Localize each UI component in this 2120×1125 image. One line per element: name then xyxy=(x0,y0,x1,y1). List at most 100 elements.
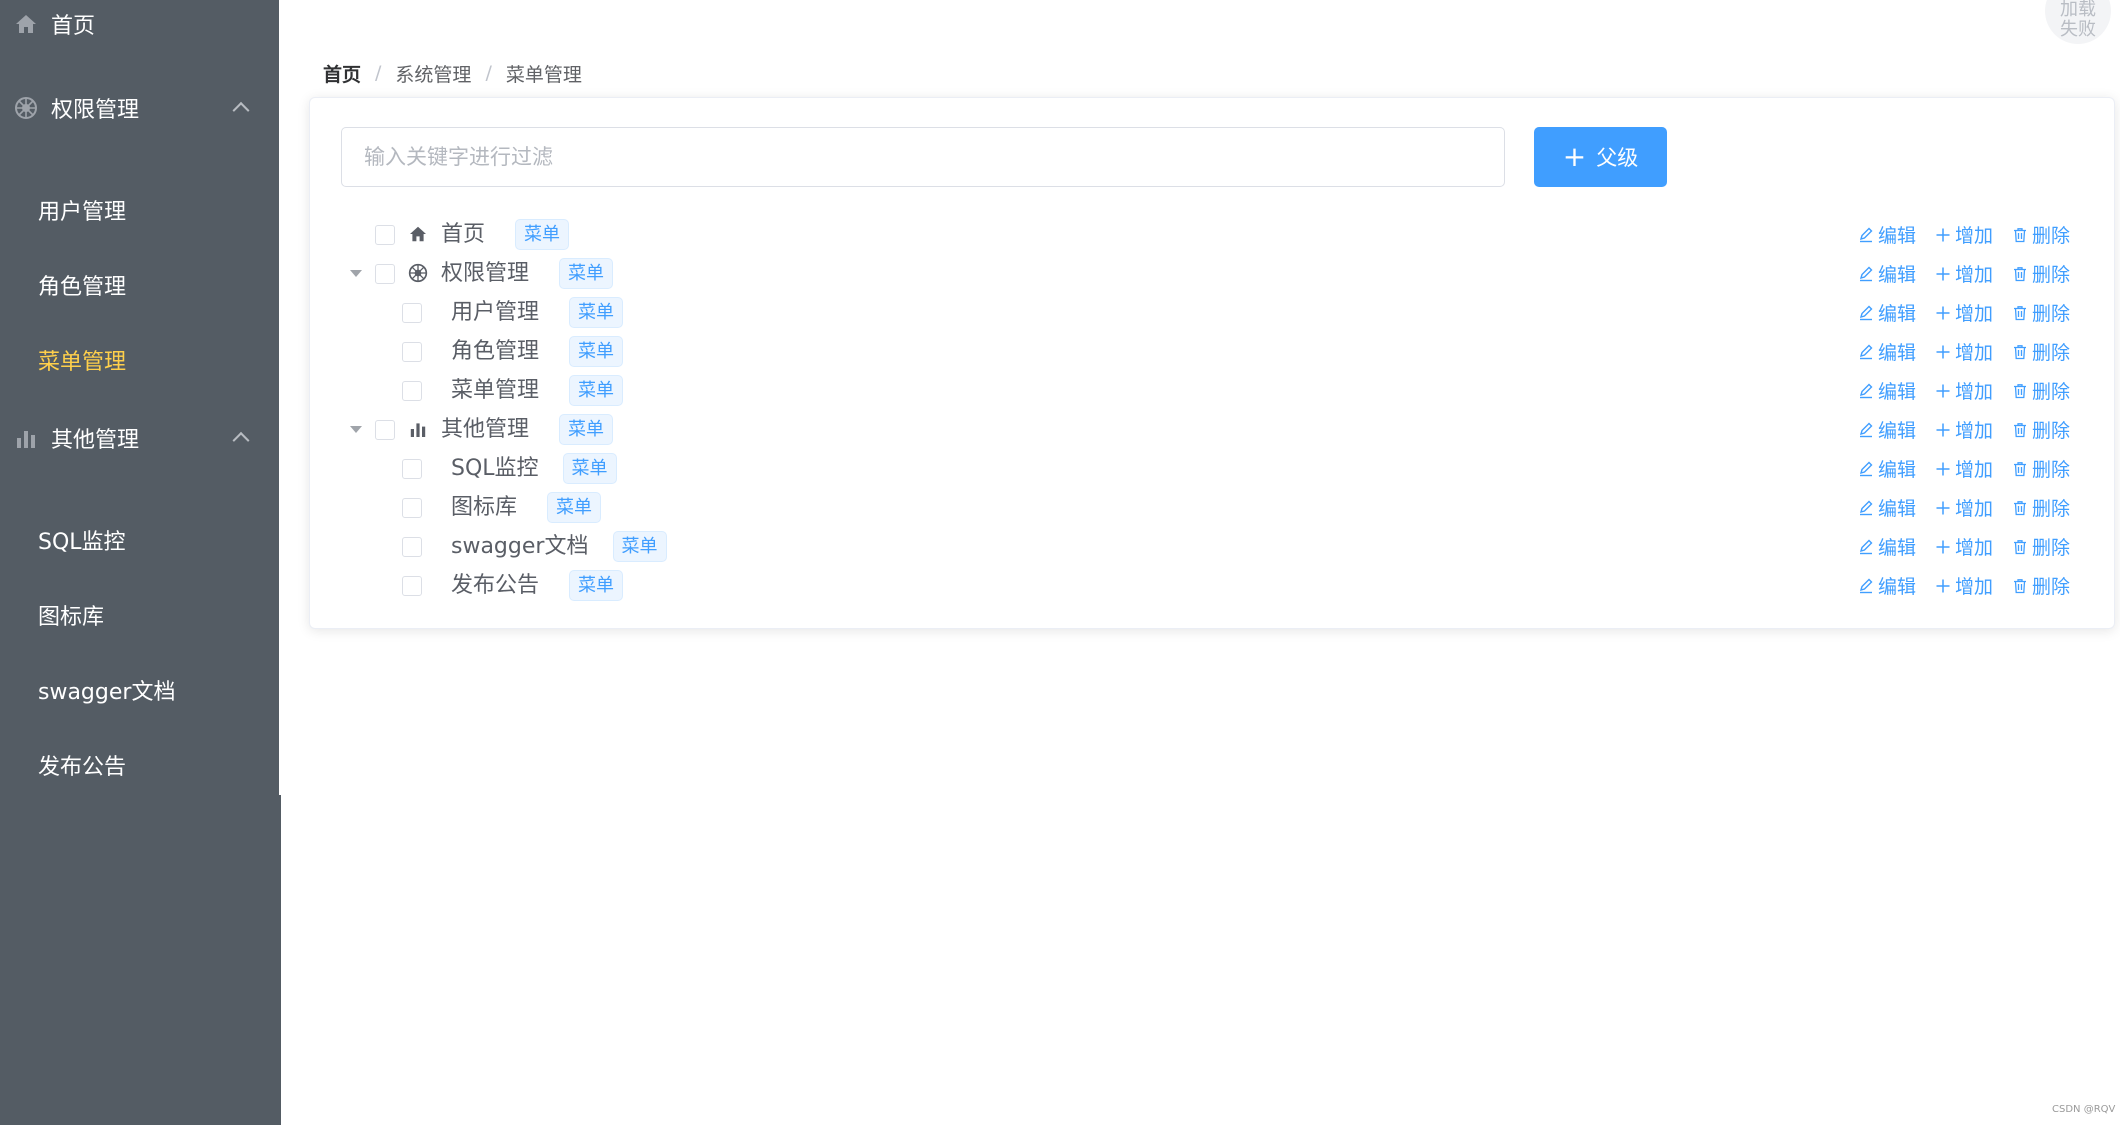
sidebar-edge xyxy=(279,795,281,1125)
delete-button[interactable]: 删除 xyxy=(2012,260,2070,287)
tree-row[interactable]: 用户管理 菜单 编辑 增加 删除 xyxy=(341,293,2086,332)
tree-checkbox[interactable] xyxy=(375,225,395,245)
plus-icon xyxy=(1935,578,1955,594)
row-actions: 编辑 增加 删除 xyxy=(1858,566,2070,605)
edit-button-label: 编辑 xyxy=(1878,264,1917,286)
delete-button[interactable]: 删除 xyxy=(2012,455,2070,482)
breadcrumb-home[interactable]: 首页 xyxy=(323,60,361,87)
delete-button[interactable]: 删除 xyxy=(2012,416,2070,443)
tree-row[interactable]: 发布公告 菜单 编辑 增加 删除 xyxy=(341,566,2086,605)
edit-button[interactable]: 编辑 xyxy=(1858,455,1916,482)
trash-icon xyxy=(2012,500,2032,516)
tree-row[interactable]: 菜单管理 菜单 编辑 增加 删除 xyxy=(341,371,2086,410)
sidebar-item-menu-management[interactable]: 菜单管理 xyxy=(0,325,279,395)
edit-button[interactable]: 编辑 xyxy=(1858,533,1916,560)
tree-node-label: 用户管理 xyxy=(451,300,540,325)
tree-checkbox[interactable] xyxy=(402,576,422,596)
tree-checkbox[interactable] xyxy=(375,264,395,284)
edit-button-label: 编辑 xyxy=(1878,381,1917,403)
tree-checkbox[interactable] xyxy=(402,303,422,323)
sidebar-item-home[interactable]: 首页 xyxy=(0,0,279,59)
edit-button-label: 编辑 xyxy=(1878,303,1917,325)
home-icon xyxy=(14,12,38,36)
delete-button[interactable]: 删除 xyxy=(2012,572,2070,599)
delete-button-label: 删除 xyxy=(2032,303,2071,325)
sidebar-item-announcement[interactable]: 发布公告 xyxy=(0,730,279,800)
tree-node-label: SQL监控 xyxy=(451,456,539,481)
row-actions: 编辑 增加 删除 xyxy=(1858,254,2070,293)
row-actions: 编辑 增加 删除 xyxy=(1858,488,2070,527)
edit-icon xyxy=(1858,266,1878,282)
add-child-button[interactable]: 增加 xyxy=(1935,572,1993,599)
dharma-wheel-icon xyxy=(14,96,38,120)
edit-button[interactable]: 编辑 xyxy=(1858,260,1916,287)
sidebar-item-swagger[interactable]: swagger文档 xyxy=(0,655,279,725)
edit-button[interactable]: 编辑 xyxy=(1858,377,1916,404)
trash-icon xyxy=(2012,227,2032,243)
sidebar-item-label: 权限管理 xyxy=(51,98,140,123)
add-child-button[interactable]: 增加 xyxy=(1935,533,1993,560)
add-child-button[interactable]: 增加 xyxy=(1935,260,1993,287)
sidebar-item-icon-library[interactable]: 图标库 xyxy=(0,580,279,650)
avatar[interactable]: 加载失败 xyxy=(2045,0,2111,44)
add-child-button[interactable]: 增加 xyxy=(1935,494,1993,521)
filter-input[interactable] xyxy=(341,127,1505,187)
trash-icon xyxy=(2012,578,2032,594)
sidebar-item-sql-monitor[interactable]: SQL监控 xyxy=(0,505,279,575)
tree-checkbox[interactable] xyxy=(402,342,422,362)
edit-icon xyxy=(1858,383,1878,399)
tree-row[interactable]: 首页 菜单 编辑 增加 删除 xyxy=(341,215,2086,254)
delete-button[interactable]: 删除 xyxy=(2012,338,2070,365)
sidebar-item-permission[interactable]: 权限管理 xyxy=(0,73,279,143)
add-child-button[interactable]: 增加 xyxy=(1935,455,1993,482)
delete-button[interactable]: 删除 xyxy=(2012,299,2070,326)
tree-row[interactable]: swagger文档 菜单 编辑 增加 删除 xyxy=(341,527,2086,566)
add-child-button[interactable]: 增加 xyxy=(1935,338,1993,365)
add-child-button[interactable]: 增加 xyxy=(1935,299,1993,326)
edit-button[interactable]: 编辑 xyxy=(1858,416,1916,443)
sidebar-item-label: 其他管理 xyxy=(51,428,140,453)
edit-button[interactable]: 编辑 xyxy=(1858,299,1916,326)
add-child-button[interactable]: 增加 xyxy=(1935,221,1993,248)
tree-checkbox[interactable] xyxy=(402,537,422,557)
tree-checkbox[interactable] xyxy=(402,459,422,479)
add-parent-button[interactable]: + 父级 xyxy=(1534,127,1667,187)
tree-row[interactable]: 图标库 菜单 编辑 增加 删除 xyxy=(341,488,2086,527)
tree-row[interactable]: 权限管理 菜单 编辑 增加 删除 xyxy=(341,254,2086,293)
menu-type-tag: 菜单 xyxy=(612,531,667,562)
sidebar-item-label: 发布公告 xyxy=(38,755,127,780)
edit-button[interactable]: 编辑 xyxy=(1858,338,1916,365)
trash-icon xyxy=(2012,539,2032,555)
sidebar-item-user-management[interactable]: 用户管理 xyxy=(0,175,279,245)
delete-button[interactable]: 删除 xyxy=(2012,494,2070,521)
tree-checkbox[interactable] xyxy=(402,381,422,401)
trash-icon xyxy=(2012,266,2032,282)
breadcrumb-separator: / xyxy=(375,62,382,84)
tree-node-label: 发布公告 xyxy=(451,573,540,598)
sidebar-item-role-management[interactable]: 角色管理 xyxy=(0,250,279,320)
delete-button[interactable]: 删除 xyxy=(2012,221,2070,248)
delete-button-label: 删除 xyxy=(2032,225,2071,247)
add-child-button[interactable]: 增加 xyxy=(1935,377,1993,404)
row-actions: 编辑 增加 删除 xyxy=(1858,215,2070,254)
row-actions: 编辑 增加 删除 xyxy=(1858,449,2070,488)
delete-button-label: 删除 xyxy=(2032,576,2071,598)
tree-row[interactable]: 其他管理 菜单 编辑 增加 删除 xyxy=(341,410,2086,449)
edit-button-label: 编辑 xyxy=(1878,498,1917,520)
edit-button[interactable]: 编辑 xyxy=(1858,494,1916,521)
edit-icon xyxy=(1858,344,1878,360)
row-actions: 编辑 增加 删除 xyxy=(1858,293,2070,332)
edit-button[interactable]: 编辑 xyxy=(1858,572,1916,599)
tree-checkbox[interactable] xyxy=(375,420,395,440)
edit-button[interactable]: 编辑 xyxy=(1858,221,1916,248)
delete-button[interactable]: 删除 xyxy=(2012,533,2070,560)
plus-icon: + xyxy=(1562,140,1587,173)
sidebar-item-other[interactable]: 其他管理 xyxy=(0,403,279,473)
tree-checkbox[interactable] xyxy=(402,498,422,518)
delete-button[interactable]: 删除 xyxy=(2012,377,2070,404)
add-child-button[interactable]: 增加 xyxy=(1935,416,1993,443)
tree-row[interactable]: 角色管理 菜单 编辑 增加 删除 xyxy=(341,332,2086,371)
expand-caret-icon[interactable] xyxy=(350,270,362,277)
expand-caret-icon[interactable] xyxy=(350,426,362,433)
tree-row[interactable]: SQL监控 菜单 编辑 增加 删除 xyxy=(341,449,2086,488)
